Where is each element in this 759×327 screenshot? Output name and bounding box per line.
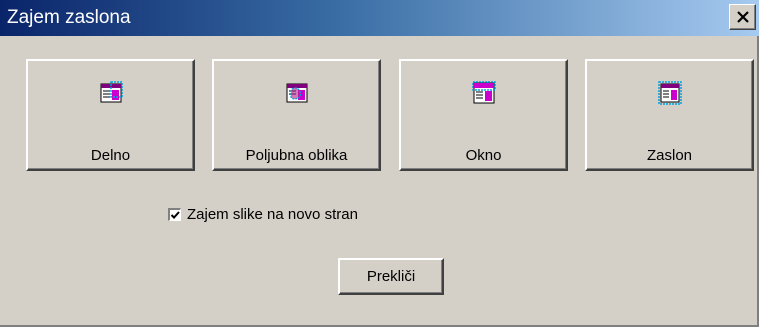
partial-capture-icon <box>100 81 123 103</box>
new-page-label: Zajem slike na novo stran <box>187 205 358 223</box>
window-capture-label: Okno <box>465 147 502 164</box>
freeform-capture-label: Poljubna oblika <box>245 147 348 164</box>
partial-capture-label: Delno <box>90 147 131 164</box>
title-bar[interactable]: Zajem zaslona <box>0 0 759 36</box>
window-capture-button[interactable]: Okno <box>399 59 568 171</box>
close-icon <box>736 11 749 23</box>
checkmark-icon <box>170 210 180 219</box>
cancel-button[interactable]: Prekliči <box>338 258 444 295</box>
close-button[interactable] <box>729 4 756 30</box>
screen-capture-dialog: Zajem zaslona Delno Poljubna oblika Okno… <box>0 0 759 327</box>
screen-capture-label: Zaslon <box>646 147 693 164</box>
partial-capture-button[interactable]: Delno <box>26 59 195 171</box>
screen-capture-button[interactable]: Zaslon <box>585 59 754 171</box>
new-page-option[interactable]: Zajem slike na novo stran <box>168 204 358 224</box>
freeform-capture-button[interactable]: Poljubna oblika <box>212 59 381 171</box>
new-page-checkbox[interactable] <box>168 207 181 221</box>
freeform-capture-icon <box>286 83 307 103</box>
window-title: Zajem zaslona <box>7 7 131 28</box>
screen-capture-icon <box>657 81 682 105</box>
window-capture-icon <box>471 81 496 104</box>
